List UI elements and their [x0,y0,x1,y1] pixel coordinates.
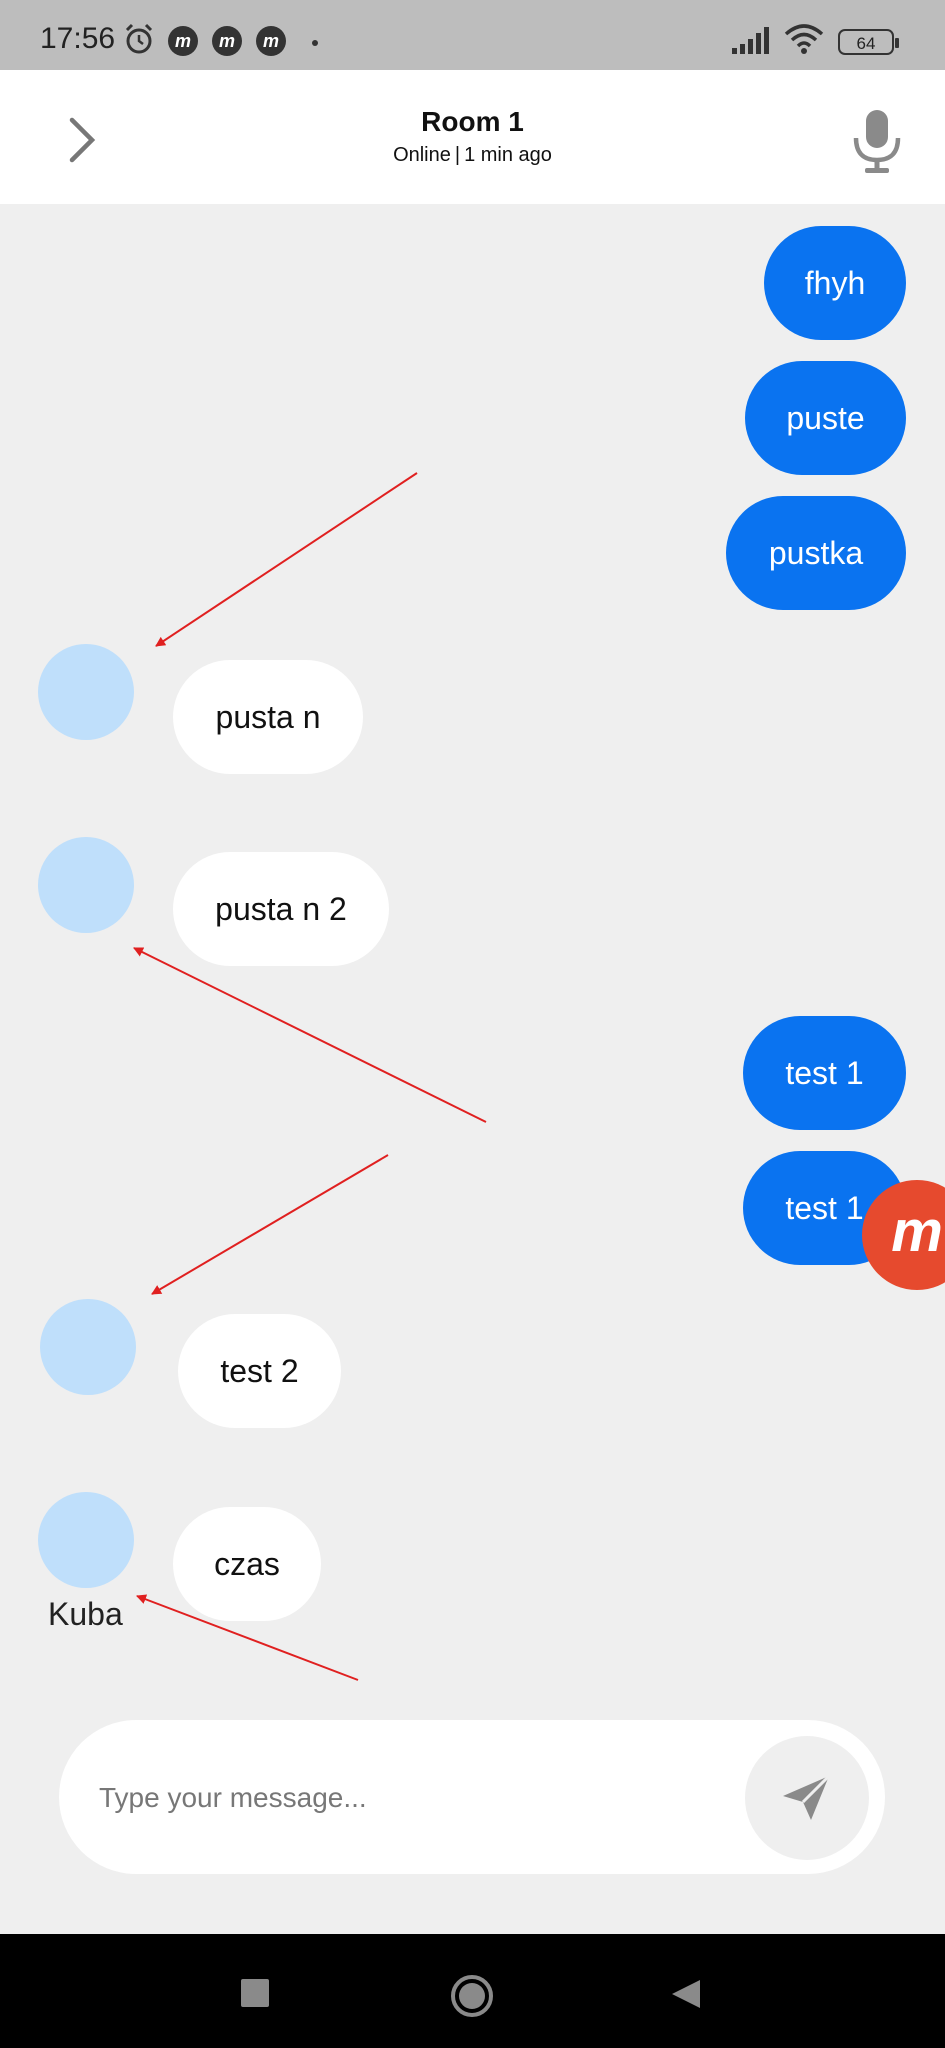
signal-icon [732,27,769,54]
m-app-icon: m [256,26,286,56]
avatar [38,644,134,740]
online-status: Online [393,144,451,166]
incoming-message-bubble[interactable]: czas [173,1507,321,1621]
annotation-arrow [155,472,418,647]
microphone-icon[interactable] [848,108,906,174]
outgoing-message-bubble[interactable]: fhyh [764,226,906,340]
avatar [38,1492,134,1588]
room-title: Room 1 [421,106,524,137]
message-input[interactable] [97,1762,701,1834]
incoming-message-bubble[interactable]: pusta n 2 [173,852,389,966]
message-composer [59,1720,885,1874]
alarm-icon [125,23,153,54]
outgoing-message-bubble[interactable]: test 1 [743,1016,906,1130]
status-time: 17:56 [40,22,116,55]
recents-square-icon[interactable] [241,1979,269,2007]
wifi-icon [784,24,824,54]
annotation-arrow [133,947,487,1123]
send-icon [783,1774,831,1820]
incoming-message-bubble[interactable]: pusta n [173,660,363,774]
avatar [40,1299,136,1395]
annotation-arrow [151,1154,389,1295]
status-bar: 17:56 m m m 64 [0,0,945,70]
avatar [38,837,134,933]
battery-icon: 64 [838,29,899,55]
m-app-icon: m [168,26,198,56]
outgoing-message-bubble[interactable]: puste [745,361,906,475]
notification-dot-icon [312,40,318,46]
room-subtitle: Online | 1 min ago [0,144,945,167]
send-button[interactable] [745,1736,869,1860]
incoming-message-bubble[interactable]: test 2 [178,1314,341,1428]
home-circle-icon[interactable] [450,1974,494,2018]
status-separator: | [454,144,461,166]
last-seen: 1 min ago [464,144,552,166]
chat-header: Room 1 Online | 1 min ago [0,70,945,204]
sender-name: Kuba [48,1596,123,1632]
outgoing-message-bubble[interactable]: pustka [726,496,906,610]
back-triangle-icon[interactable] [670,1978,702,2010]
m-app-icon: m [212,26,242,56]
system-nav-bar [0,1934,945,2048]
